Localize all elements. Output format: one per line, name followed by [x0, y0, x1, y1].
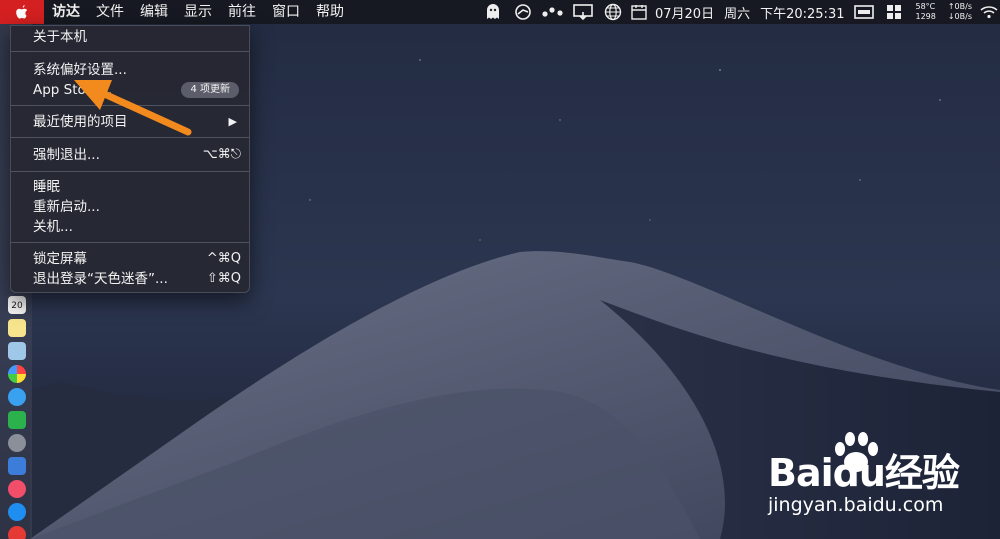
dock-item-wechat[interactable] — [8, 411, 26, 429]
clock-time[interactable]: 下午20:25:31 — [755, 3, 849, 22]
dock-item-messages[interactable] — [8, 388, 26, 406]
menu-item-sleep[interactable]: 睡眠 — [11, 177, 249, 197]
menu-window[interactable]: 窗口 — [264, 0, 308, 24]
upload-speed: ↑0B/s — [947, 2, 972, 11]
wifi-icon[interactable] — [978, 0, 1000, 24]
shutdown-label: 关机... — [33, 219, 73, 235]
sync-icon[interactable] — [508, 0, 538, 24]
dock-item-keynote[interactable] — [8, 457, 26, 475]
restart-label: 重新启动... — [33, 199, 100, 215]
menu-separator — [11, 171, 249, 172]
menu-item-shutdown[interactable]: 关机... — [11, 217, 249, 237]
calendar-day-label: 20 — [11, 301, 23, 311]
logout-label: 退出登录“天色迷香”... — [33, 271, 168, 287]
dock-item-vivaldi[interactable] — [8, 526, 26, 539]
menu-edit[interactable]: 编辑 — [132, 0, 176, 24]
menu-item-force-quit[interactable]: 强制退出... ⌥⌘⎋ — [11, 145, 249, 165]
force-quit-shortcut: ⌥⌘⎋ — [202, 147, 241, 162]
dock-item-photos[interactable] — [8, 365, 26, 383]
dots-icon[interactable] — [538, 0, 568, 24]
system-stats[interactable]: 58°C 1298 — [909, 2, 941, 22]
screen-mirror-icon[interactable] — [568, 0, 598, 24]
dock-item-preview[interactable] — [8, 342, 26, 360]
apple-menu-button[interactable] — [0, 0, 44, 24]
menu-finder[interactable]: 访达 — [44, 0, 88, 24]
baidu-watermark: Baidu经验 jingyan.baidu.com — [760, 432, 990, 522]
lock-screen-label: 锁定屏幕 — [33, 251, 87, 267]
clock-weekday[interactable]: 周六 — [719, 3, 755, 22]
ghost-icon[interactable] — [478, 0, 508, 24]
menu-separator — [11, 51, 249, 52]
watermark-url: jingyan.baidu.com — [768, 494, 944, 516]
annotation-arrow-icon — [74, 80, 192, 136]
dock-item-music[interactable] — [8, 480, 26, 498]
apple-icon — [16, 5, 28, 19]
dock-item-system-preferences[interactable] — [8, 434, 26, 452]
menu-item-restart[interactable]: 重新启动... — [11, 197, 249, 217]
calendar-icon[interactable] — [628, 0, 650, 24]
status-area: 07月20日 周六 下午20:25:31 58°C 1298 ↑0B/s ↓0B… — [478, 0, 1000, 24]
dock-item-app-store[interactable] — [8, 503, 26, 521]
lock-screen-shortcut: ^⌘Q — [206, 251, 241, 266]
sleep-label: 睡眠 — [33, 179, 60, 195]
watermark-logo: Baidu经验 — [768, 451, 960, 495]
menu-item-about[interactable]: 关于本机 — [11, 27, 249, 47]
fan-speed: 1298 — [915, 12, 936, 21]
submenu-arrow-icon: ▶ — [228, 115, 237, 128]
apple-menu-dropdown: 关于本机 系统偏好设置... App Store... 4 项更新 最近使用的项… — [10, 25, 250, 293]
globe-icon[interactable] — [598, 0, 628, 24]
network-speed[interactable]: ↑0B/s ↓0B/s — [942, 2, 978, 22]
cpu-temp: 58°C — [915, 2, 936, 11]
about-label: 关于本机 — [33, 29, 87, 45]
menu-help[interactable]: 帮助 — [308, 0, 352, 24]
dock-item-notes[interactable] — [8, 319, 26, 337]
menu-item-lock-screen[interactable]: 锁定屏幕 ^⌘Q — [11, 249, 249, 269]
menu-item-logout[interactable]: 退出登录“天色迷香”... ⇧⌘Q — [11, 269, 249, 289]
force-quit-label: 强制退出... — [33, 147, 100, 163]
app-grid-icon[interactable] — [879, 0, 909, 24]
menu-file[interactable]: 文件 — [88, 0, 132, 24]
menu-go[interactable]: 前往 — [220, 0, 264, 24]
dock-item-calendar[interactable]: 20 — [8, 296, 26, 314]
download-speed: ↓0B/s — [947, 12, 972, 21]
menu-view[interactable]: 显示 — [176, 0, 220, 24]
menu-separator — [11, 242, 249, 243]
logout-shortcut: ⇧⌘Q — [206, 271, 241, 286]
clock-date[interactable]: 07月20日 — [650, 3, 719, 22]
display-icon[interactable] — [849, 0, 879, 24]
menu-bar: 访达 文件 编辑 显示 前往 窗口 帮助 07月20日 周六 下午20:25:3… — [0, 0, 1000, 24]
